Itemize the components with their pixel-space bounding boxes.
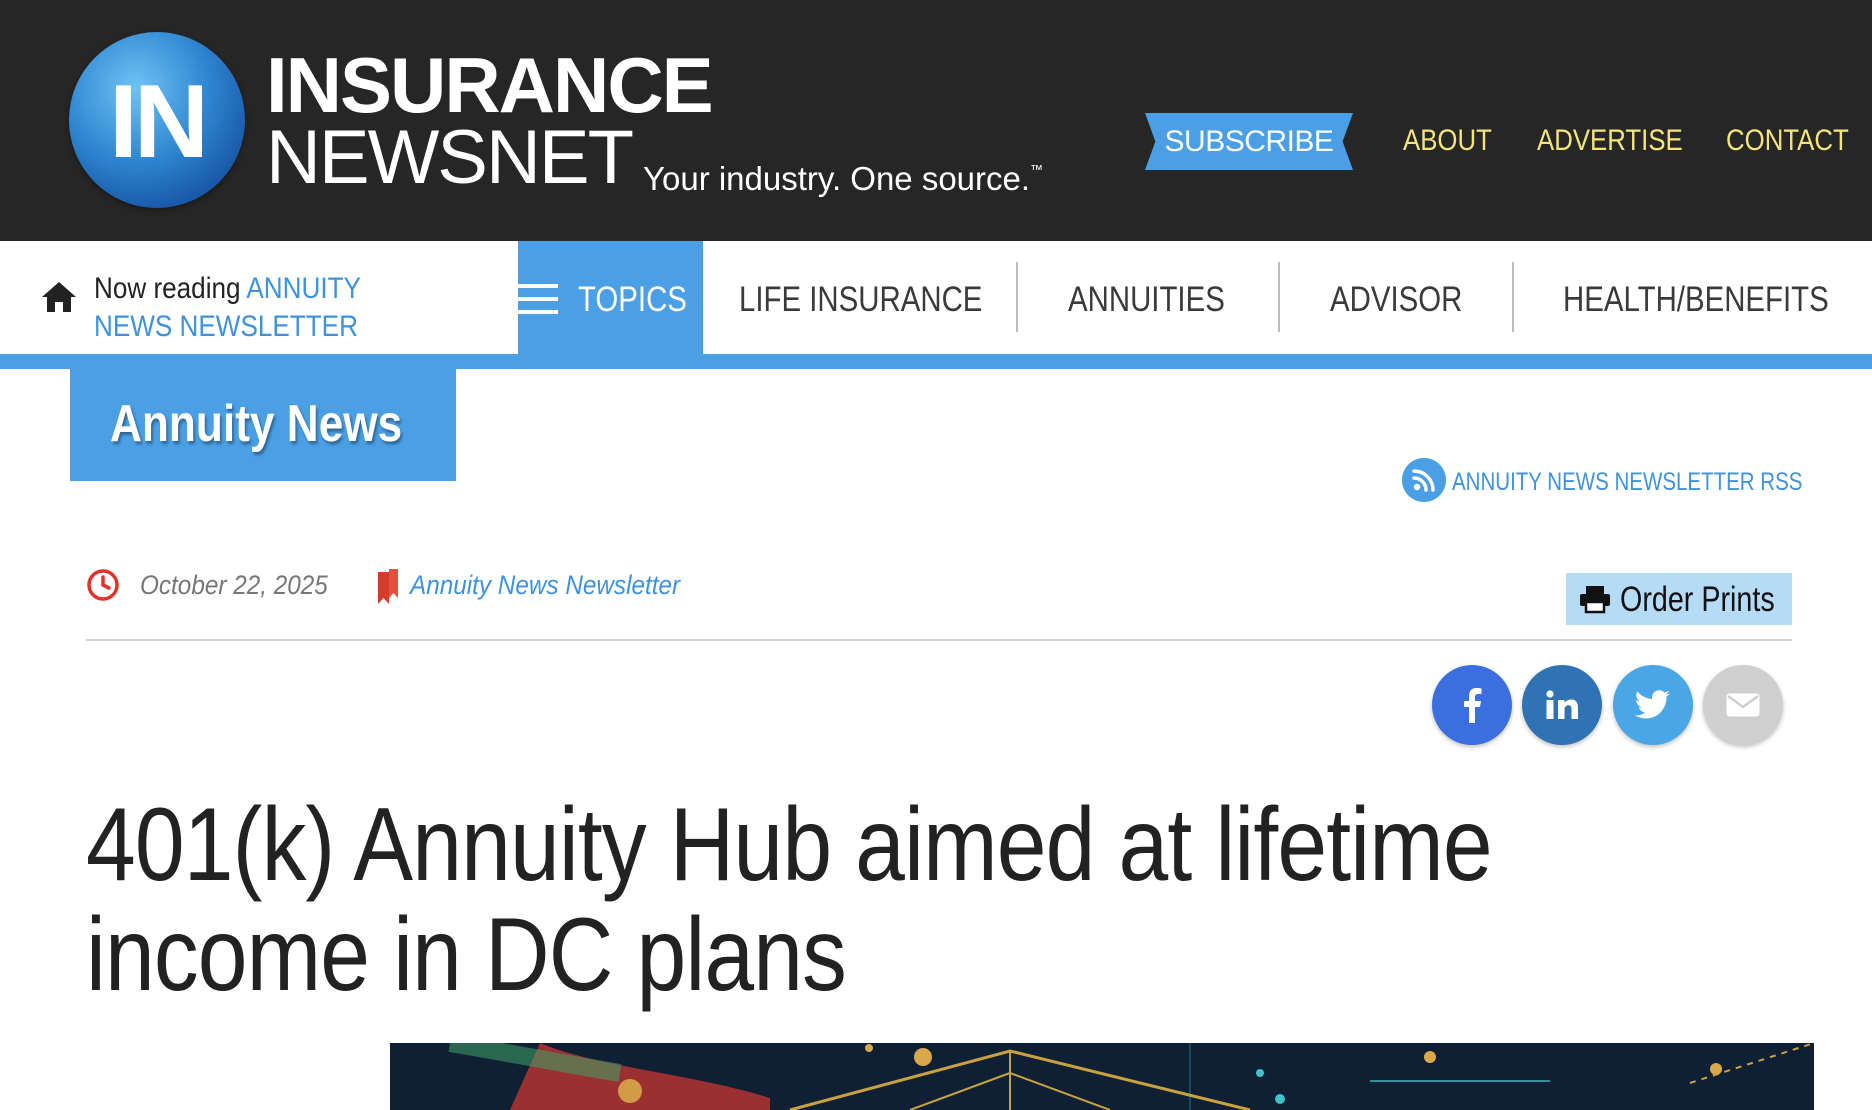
nav-item-annuities[interactable]: ANNUITIES (1068, 280, 1225, 320)
bookmark-icon (378, 569, 398, 604)
nav-divider (1016, 262, 1018, 332)
clock-icon (87, 569, 119, 601)
trademark-mark: ™ (1030, 162, 1044, 177)
newsletter-category-link[interactable]: Annuity News Newsletter (410, 568, 680, 602)
twitter-share-button[interactable] (1613, 665, 1693, 745)
nav-divider (1278, 262, 1280, 332)
nav-item-life-insurance[interactable]: LIFE INSURANCE (739, 280, 982, 320)
about-link[interactable]: ABOUT (1403, 120, 1492, 162)
linkedin-share-button[interactable] (1522, 665, 1602, 745)
now-reading: Now reading ANNUITY NEWS NEWSLETTER (94, 270, 442, 346)
contact-link[interactable]: CONTACT (1726, 120, 1849, 162)
order-prints-label[interactable]: Order Prints (1620, 580, 1775, 620)
logo-mark[interactable]: IN (69, 32, 245, 208)
email-share-button[interactable] (1703, 665, 1783, 745)
section-title[interactable]: Annuity News (110, 394, 402, 454)
article-hero-image (390, 1043, 1814, 1110)
brand-name-line2[interactable]: NEWSNET (266, 120, 634, 196)
linkedin-icon (1546, 690, 1578, 719)
rss-icon[interactable] (1402, 458, 1446, 502)
advertise-link[interactable]: ADVERTISE (1537, 120, 1683, 162)
topics-label[interactable]: TOPICS (578, 280, 687, 320)
subscribe-button[interactable]: SUBSCRIBE (1145, 113, 1353, 170)
nav-divider (1512, 262, 1514, 332)
rss-link[interactable]: ANNUITY NEWS NEWSLETTER RSS (1452, 467, 1802, 497)
facebook-icon (1464, 688, 1482, 723)
article-headline: 401(k) Annuity Hub aimed at lifetime inc… (86, 787, 1493, 1013)
hamburger-icon[interactable] (518, 284, 558, 314)
tagline: Your industry. One source.™ (643, 150, 1043, 199)
divider (86, 639, 1792, 641)
publish-date: October 22, 2025 (140, 570, 328, 600)
tagline-text: Your industry. One source. (643, 160, 1031, 197)
hero-illustration (390, 1043, 1814, 1110)
email-icon (1726, 693, 1760, 717)
twitter-icon (1635, 690, 1670, 719)
nav-accent-bar (0, 354, 1872, 369)
printer-icon[interactable] (1578, 584, 1612, 614)
nav-item-advisor[interactable]: ADVISOR (1330, 280, 1462, 320)
facebook-share-button[interactable] (1432, 665, 1512, 745)
now-reading-label: Now reading (94, 272, 241, 305)
brand-name-line1[interactable]: INSURANCE (266, 46, 714, 124)
nav-item-health-benefits[interactable]: HEALTH/BENEFITS (1563, 280, 1829, 320)
logo-letters: IN (109, 64, 209, 180)
home-icon[interactable] (40, 280, 78, 314)
